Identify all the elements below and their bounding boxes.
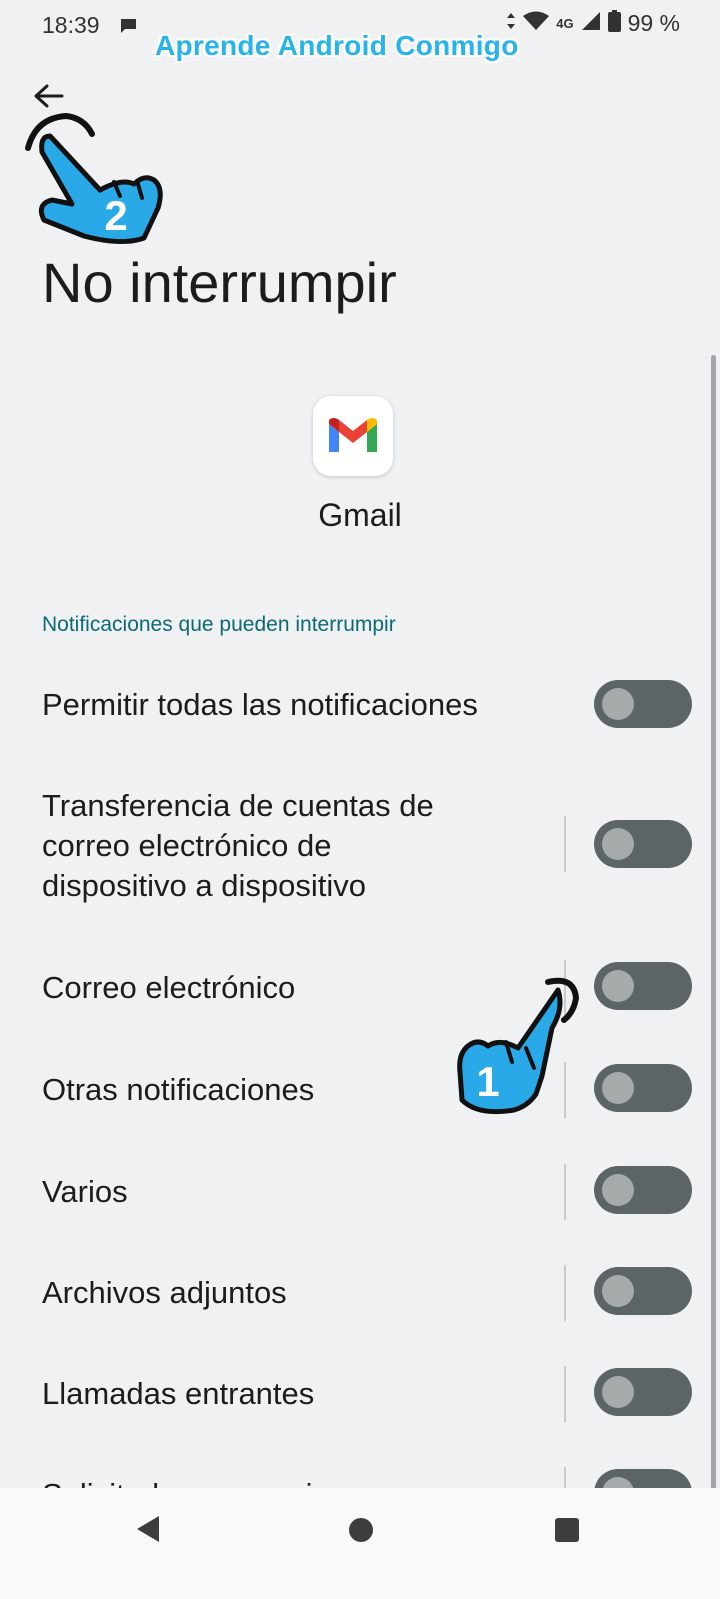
toggle-switch[interactable] [594,962,692,1010]
tap-hint-hand-icon-2: 2 [22,108,172,253]
app-name: Gmail [318,497,402,533]
setting-label: Llamadas entrantes [42,1376,315,1411]
toggle-switch[interactable] [594,1064,692,1112]
toggle-thumb [602,1376,634,1408]
gmail-icon [313,396,393,476]
toggle-thumb [602,1275,634,1307]
toggle-thumb [602,828,634,860]
setting-label: Transferencia de cuentas de correo elect… [42,788,434,903]
wifi-icon [523,11,550,36]
row-divider [564,1366,566,1422]
setting-label: Otras notificaciones [42,1072,315,1107]
system-nav-bar [0,1488,720,1599]
status-icons: 4G 99 % [506,10,680,37]
toggle-thumb [602,1072,634,1104]
toggle-thumb [602,1174,634,1206]
network-type: 4G [556,16,574,31]
toggle-switch[interactable] [594,1267,692,1315]
toggle-switch[interactable] [594,820,692,868]
row-divider [564,1265,566,1321]
back-triangle-icon[interactable] [135,1514,161,1549]
setting-row-varios[interactable]: Varios [0,1160,720,1250]
message-icon [118,16,138,41]
home-circle-icon[interactable] [349,1518,373,1542]
status-time: 18:39 [42,12,100,38]
toggle-switch[interactable] [594,680,692,728]
watermark-text: Aprende Android Conmigo [155,30,519,61]
setting-row-permitir-todas[interactable]: Permitir todas las notificaciones [0,660,720,750]
setting-row-otras-notificaciones[interactable]: Otras notificaciones [0,1058,720,1148]
signal-icon [581,11,601,36]
hint-number-1: 1 [476,1058,499,1105]
recents-square-icon[interactable] [555,1518,579,1542]
setting-label: Archivos adjuntos [42,1275,287,1310]
setting-row-llamadas-entrantes[interactable]: Llamadas entrantes [0,1362,720,1452]
hint-number-2: 2 [104,192,127,239]
setting-label: Permitir todas las notificaciones [42,687,478,722]
battery-level: 99 % [627,10,680,36]
toggle-thumb [602,688,634,720]
section-header: Notificaciones que pueden interrumpir [42,613,396,636]
setting-label: Varios [42,1174,128,1209]
toggle-thumb [602,970,634,1002]
setting-row-archivos-adjuntos[interactable]: Archivos adjuntos [0,1261,720,1351]
toggle-switch[interactable] [594,1368,692,1416]
battery-icon [607,10,621,37]
setting-label: Correo electrónico [42,970,296,1005]
setting-row-correo-electronico[interactable]: Correo electrónico [0,958,720,1048]
page-title: No interrumpir [42,251,397,314]
row-divider [564,1164,566,1220]
toggle-switch[interactable] [594,1166,692,1214]
setting-row-transferencia[interactable]: Transferencia de cuentas de correo elect… [0,780,720,920]
row-divider [564,816,566,872]
tap-hint-hand-icon-1: 1 [448,968,598,1123]
